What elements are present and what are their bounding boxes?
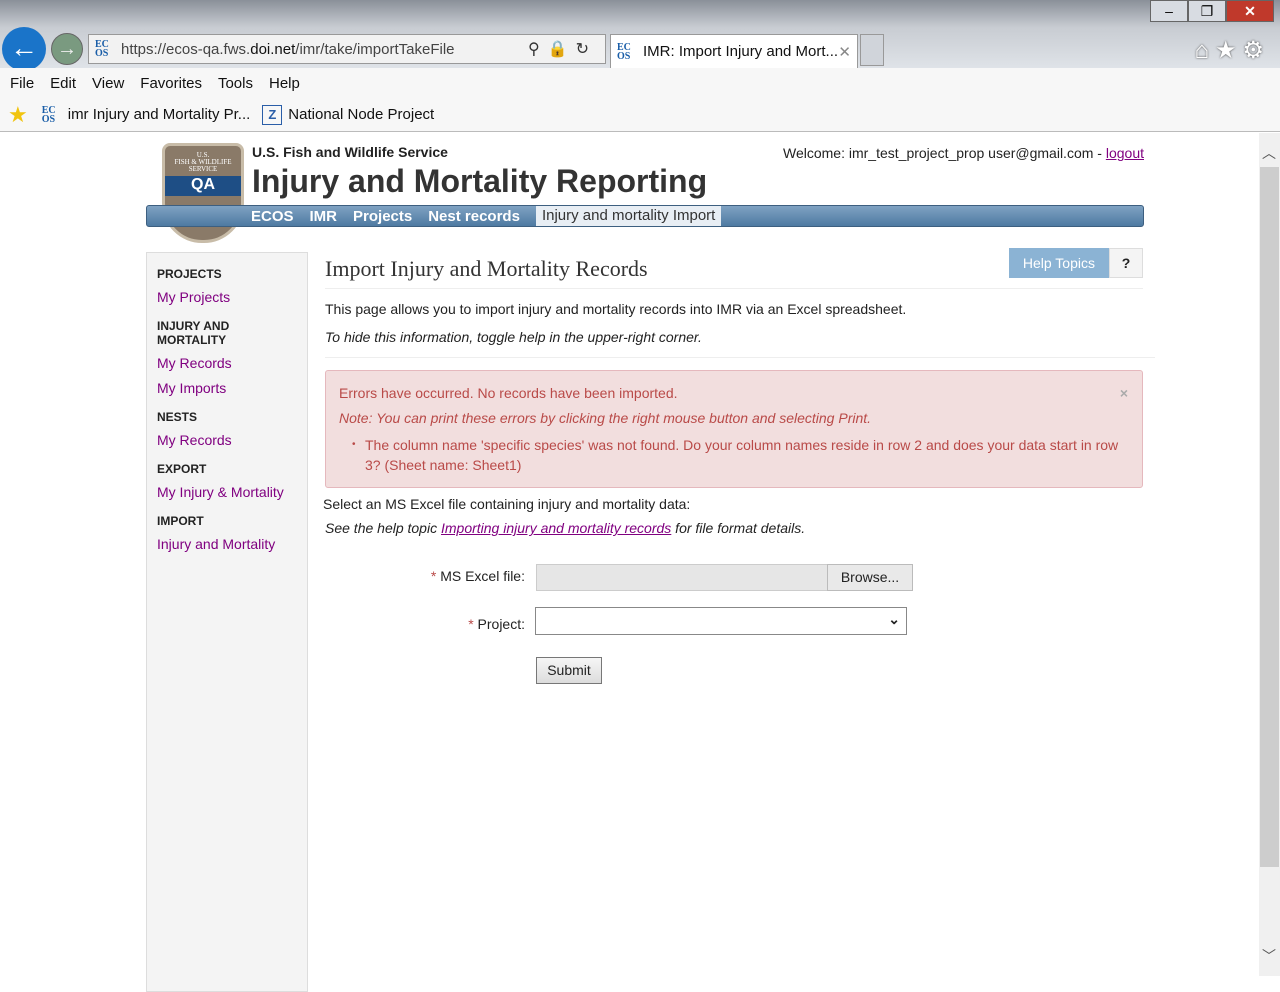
menu-favorites[interactable]: Favorites: [140, 75, 202, 92]
menu-help[interactable]: Help: [269, 75, 300, 92]
menu-edit[interactable]: Edit: [50, 75, 76, 92]
project-label: * Project:: [468, 616, 525, 632]
breadcrumb-projects[interactable]: Projects: [353, 208, 412, 225]
main-content: Help Topics ? Import Injury and Mortalit…: [323, 248, 1155, 696]
scrollbar[interactable]: ︿ ﹀: [1259, 133, 1280, 976]
browser-tab[interactable]: EC OS IMR: Import Injury and Mort... ✕: [610, 34, 858, 68]
project-select[interactable]: ⌄: [535, 607, 907, 635]
favorite-national-node[interactable]: National Node Project: [288, 106, 434, 123]
address-icons: ⚲🔒↻: [528, 39, 605, 59]
error-item: The column name 'specific species' was n…: [352, 435, 1129, 475]
help-topic-link[interactable]: Importing injury and mortality records: [441, 520, 671, 536]
sidebar: PROJECTS My Projects INJURY AND MORTALITY…: [146, 252, 308, 992]
favorites-star-icon[interactable]: ★: [8, 102, 28, 128]
sidebar-heading: IMPORT: [157, 514, 204, 528]
logout-link[interactable]: logout: [1106, 145, 1144, 161]
lock-icon[interactable]: 🔒: [548, 41, 576, 58]
sidebar-heading: NESTS: [157, 410, 198, 424]
site-favicon: EC OS: [95, 39, 109, 59]
restore-button[interactable]: ❐: [1188, 0, 1226, 22]
qa-badge: QA: [165, 176, 241, 196]
menu-tools[interactable]: Tools: [218, 75, 253, 92]
tab-favicon: EC OS: [617, 41, 631, 62]
alert-title: Errors have occurred. No records have be…: [339, 385, 678, 401]
ecos-favicon: EC OS: [41, 104, 56, 125]
sidebar-item-my-projects[interactable]: My Projects: [157, 289, 297, 305]
agency-name: U.S. Fish and Wildlife Service: [252, 144, 448, 160]
menu-view[interactable]: View: [92, 75, 124, 92]
sidebar-heading: EXPORT: [157, 462, 207, 476]
sidebar-heading: PROJECTS: [157, 267, 222, 281]
browse-button[interactable]: Browse...: [827, 564, 913, 591]
favorite-imr[interactable]: imr Injury and Mortality Pr...: [68, 106, 251, 123]
search-icon[interactable]: ⚲: [528, 41, 548, 58]
help-controls: Help Topics ?: [1008, 248, 1143, 278]
import-form: * MS Excel file: Browse... * Project: ⌄ …: [325, 536, 1155, 696]
sidebar-heading: INJURY AND MORTALITY: [157, 319, 230, 347]
toolbar-icons: ⌂★⚙: [1194, 36, 1270, 65]
page: U.S. FISH & WILDLIFE SERVICE QA U.S. Fish …: [0, 133, 1259, 992]
breadcrumb-imr[interactable]: IMR: [310, 208, 338, 225]
sidebar-item-import[interactable]: Injury and Mortality: [157, 536, 297, 552]
star-icon[interactable]: ★: [1215, 37, 1243, 64]
refresh-icon[interactable]: ↻: [576, 41, 597, 58]
sidebar-item-my-records[interactable]: My Records: [157, 355, 297, 371]
url-text: https://ecos-qa.fws.doi.net/imr/take/imp…: [121, 40, 455, 58]
help-topics-button[interactable]: Help Topics: [1008, 248, 1109, 278]
intro-hint: To hide this information, toggle help in…: [325, 329, 1155, 358]
menu-file[interactable]: File: [10, 75, 34, 92]
select-instructions: Select an MS Excel file containing injur…: [323, 496, 691, 512]
back-button[interactable]: ←: [2, 27, 46, 71]
breadcrumb-ecos[interactable]: ECOS: [251, 208, 294, 225]
sidebar-item-export[interactable]: My Injury & Mortality: [157, 484, 297, 500]
help-toggle-button[interactable]: ?: [1109, 248, 1143, 278]
fws-logo: U.S. FISH & WILDLIFE SERVICE QA: [162, 143, 244, 243]
app-title: Injury and Mortality Reporting: [252, 163, 708, 199]
new-tab-button[interactable]: [860, 34, 884, 66]
error-alert: × Errors have occurred. No records have …: [325, 370, 1143, 488]
forward-button[interactable]: →: [51, 33, 83, 65]
breadcrumb: ECOS IMR Projects Nest records Injury an…: [146, 205, 1144, 227]
scroll-thumb[interactable]: [1260, 167, 1279, 867]
sidebar-item-my-imports[interactable]: My Imports: [157, 380, 297, 396]
file-label: * MS Excel file:: [430, 568, 525, 584]
favorites-bar: ★ EC OS imr Injury and Mortality Pr... Z …: [0, 98, 1280, 132]
intro-text: This page allows you to import injury an…: [325, 301, 907, 317]
home-icon[interactable]: ⌂: [1194, 37, 1215, 64]
close-tab-icon[interactable]: ✕: [838, 43, 851, 61]
sidebar-item-nest-records[interactable]: My Records: [157, 432, 297, 448]
see-help-text: See the help topic Importing injury and …: [325, 520, 806, 536]
close-window-button[interactable]: ✕: [1226, 0, 1274, 22]
file-input[interactable]: [536, 564, 828, 591]
minimize-button[interactable]: –: [1150, 0, 1188, 22]
window-controls: – ❐ ✕: [1150, 0, 1274, 22]
tab-title: IMR: Import Injury and Mort...: [643, 43, 839, 60]
scroll-up-icon[interactable]: ︿: [1262, 143, 1276, 163]
breadcrumb-nest-records[interactable]: Nest records: [428, 208, 520, 225]
gear-icon[interactable]: ⚙: [1242, 37, 1270, 64]
address-bar[interactable]: EC OS https://ecos-qa.fws.doi.net/imr/tak…: [88, 34, 606, 64]
menu-bar: File Edit View Favorites Tools Help: [0, 68, 1280, 98]
welcome-text: Welcome: imr_test_project_prop user@gmai…: [783, 145, 1144, 161]
scroll-down-icon[interactable]: ﹀: [1262, 946, 1276, 966]
chevron-down-icon: ⌄: [888, 611, 900, 627]
alert-note: Note: You can print these errors by clic…: [339, 410, 872, 426]
z-icon: Z: [262, 104, 283, 125]
breadcrumb-current: Injury and mortality Import: [535, 206, 722, 226]
close-alert-icon[interactable]: ×: [1120, 385, 1128, 401]
browser-chrome: – ❐ ✕ ← → EC OS https://ecos-qa.fws.doi.n…: [0, 0, 1280, 71]
submit-button[interactable]: Submit: [536, 657, 602, 684]
